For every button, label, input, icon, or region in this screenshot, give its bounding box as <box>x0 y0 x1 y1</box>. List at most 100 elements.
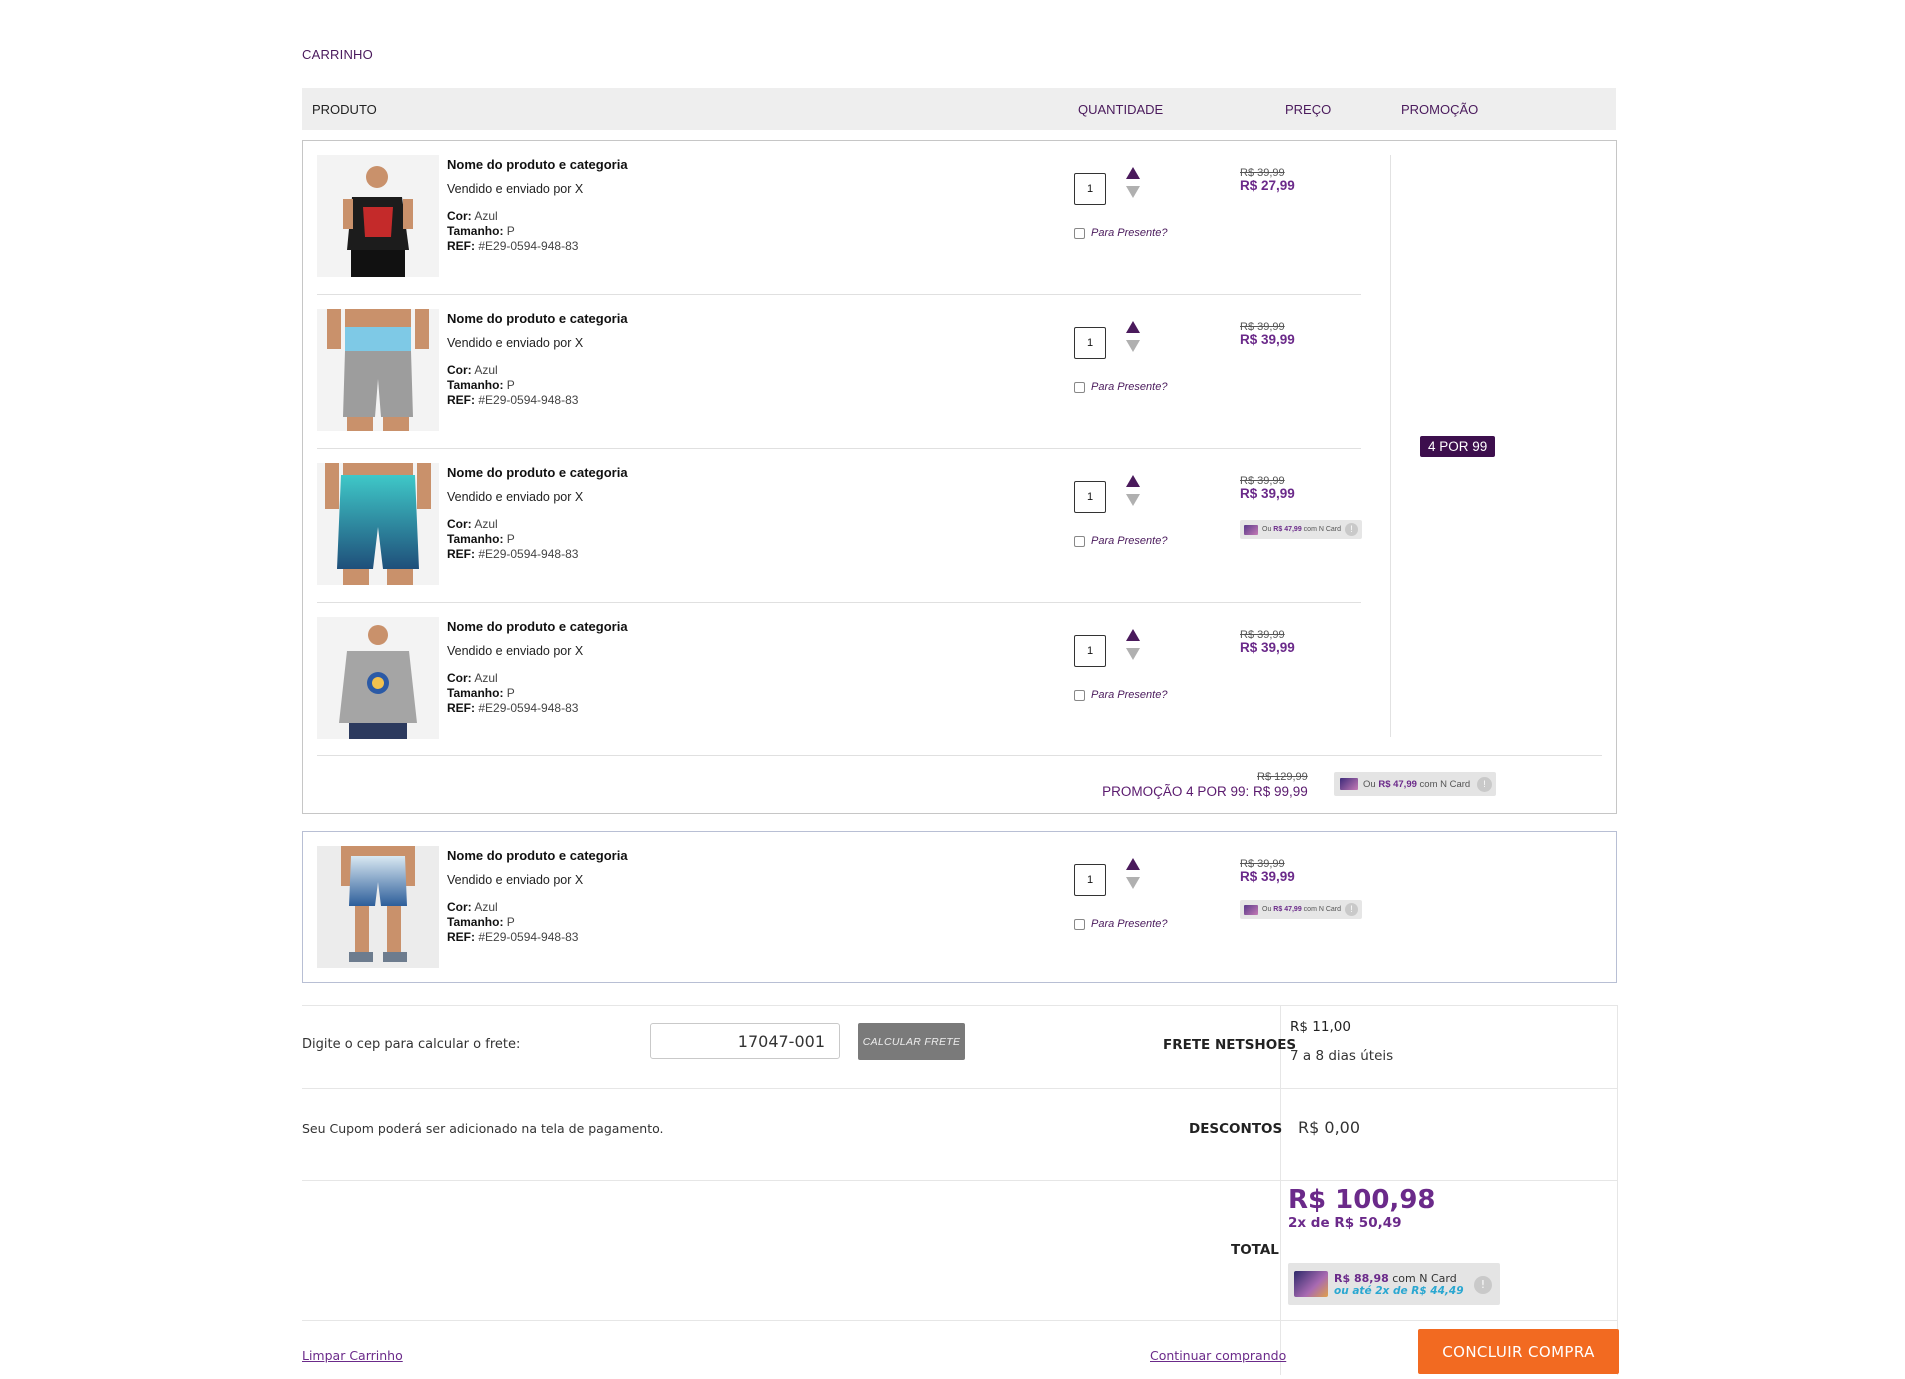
current-price: R$ 39,99 <box>1240 332 1295 347</box>
gift-checkbox[interactable] <box>1074 918 1085 930</box>
info-icon[interactable]: ! <box>1477 777 1492 792</box>
gift-label[interactable]: Para Presente? <box>1091 381 1167 393</box>
calculate-shipping-button[interactable]: CALCULAR FRETE <box>858 1023 965 1060</box>
qty-decrease-icon[interactable] <box>1126 340 1140 352</box>
header-preco: PREÇO <box>1285 102 1332 117</box>
product-name[interactable]: Nome do produto e categoria <box>447 619 628 635</box>
gift-label[interactable]: Para Presente? <box>1091 227 1167 239</box>
current-price: R$ 39,99 <box>1240 486 1295 501</box>
gift-label[interactable]: Para Presente? <box>1091 689 1167 701</box>
header-quantidade: QUANTIDADE <box>1078 102 1164 117</box>
header-produto: PRODUTO <box>312 102 377 117</box>
qty-decrease-icon[interactable] <box>1126 494 1140 506</box>
product-name[interactable]: Nome do produto e categoria <box>447 848 628 864</box>
page-title: CARRINHO <box>302 47 373 62</box>
clear-cart-link[interactable]: Limpar Carrinho <box>302 1348 403 1363</box>
ncard-suffix: com N Card <box>1303 906 1342 913</box>
gift-checkbox[interactable] <box>1074 689 1085 701</box>
qty-decrease-icon[interactable] <box>1126 186 1140 198</box>
quantity-input[interactable]: 1 <box>1074 173 1106 205</box>
cart-item: Nome do produto e categoria Vendido e en… <box>317 449 1362 602</box>
product-size: P <box>506 531 515 546</box>
qty-increase-icon[interactable] <box>1126 629 1140 641</box>
checkout-button[interactable]: CONCLUIR COMPRA <box>1418 1329 1619 1374</box>
color-label: Cor: <box>447 670 472 685</box>
gift-checkbox[interactable] <box>1074 381 1085 393</box>
continue-shopping-link[interactable]: Continuar comprando <box>1150 1348 1286 1363</box>
product-name[interactable]: Nome do produto e categoria <box>447 465 628 481</box>
product-color: Azul <box>474 208 498 223</box>
summary-divider <box>302 1005 1617 1006</box>
qty-increase-icon[interactable] <box>1126 858 1140 870</box>
credit-card-icon <box>1244 524 1258 535</box>
summary-divider <box>302 1088 1617 1089</box>
shipping-title: FRETE NETSHOES <box>1163 1037 1297 1053</box>
product-image[interactable] <box>317 309 439 431</box>
info-icon[interactable]: ! <box>1345 523 1358 536</box>
ncard-total-suffix: com N Card <box>1392 1271 1457 1285</box>
quantity-input[interactable]: 1 <box>1074 635 1106 667</box>
quantity-input[interactable]: 1 <box>1074 481 1106 513</box>
product-name[interactable]: Nome do produto e categoria <box>447 311 628 327</box>
product-size: P <box>506 685 515 700</box>
product-ref: #E29-0594-948-83 <box>478 392 579 407</box>
qty-decrease-icon[interactable] <box>1126 648 1140 660</box>
coupon-info: Seu Cupom poderá ser adicionado na tela … <box>302 1121 664 1136</box>
product-seller: Vendido e enviado por X <box>447 336 584 351</box>
credit-card-icon <box>1340 778 1358 790</box>
cart-item: Nome do produto e categoria Vendido e en… <box>317 832 1362 985</box>
product-color: Azul <box>474 899 498 914</box>
qty-increase-icon[interactable] <box>1126 475 1140 487</box>
product-name[interactable]: Nome do produto e categoria <box>447 157 628 173</box>
size-label: Tamanho: <box>447 685 504 700</box>
summary-column-divider <box>1280 1005 1281 1375</box>
qty-increase-icon[interactable] <box>1126 321 1140 333</box>
ncard-total-value: R$ 88,98 <box>1334 1271 1389 1285</box>
qty-increase-icon[interactable] <box>1126 167 1140 179</box>
color-label: Cor: <box>447 516 472 531</box>
promo-group: Nome do produto e categoria Vendido e en… <box>302 140 1617 814</box>
ncard-offer: Ou R$ 47,99 com N Card ! <box>1240 520 1362 539</box>
ref-label: REF: <box>447 700 475 715</box>
product-image[interactable] <box>317 617 439 739</box>
ncard-offer: Ou R$ 47,99 com N Card ! <box>1334 772 1496 796</box>
shipping-value: R$ 11,00 <box>1290 1019 1351 1035</box>
color-label: Cor: <box>447 899 472 914</box>
product-image[interactable] <box>317 463 439 585</box>
product-image[interactable] <box>317 846 439 968</box>
ncard-offer: Ou R$ 47,99 com N Card ! <box>1240 900 1362 919</box>
ncard-suffix: com N Card <box>1419 778 1471 790</box>
ncard-prefix: Ou <box>1262 526 1272 533</box>
product-image[interactable] <box>317 155 439 277</box>
color-label: Cor: <box>447 362 472 377</box>
ref-label: REF: <box>447 238 475 253</box>
ncard-prefix: Ou <box>1363 778 1376 790</box>
product-seller: Vendido e enviado por X <box>447 490 584 505</box>
shipping-days: 7 a 8 dias úteis <box>1290 1048 1394 1064</box>
gift-label[interactable]: Para Presente? <box>1091 535 1167 547</box>
qty-decrease-icon[interactable] <box>1126 877 1140 889</box>
promo-old-price: R$ 129,99 <box>1257 771 1308 783</box>
quantity-input[interactable]: 1 <box>1074 327 1106 359</box>
product-size: P <box>506 914 515 929</box>
discounts-title: DESCONTOS <box>1189 1121 1283 1137</box>
cart-table-header: PRODUTO QUANTIDADE PREÇO PROMOÇÃO <box>302 88 1616 130</box>
cep-input[interactable] <box>650 1023 840 1059</box>
summary-divider <box>317 755 1602 756</box>
gift-checkbox[interactable] <box>1074 535 1085 547</box>
quantity-input[interactable]: 1 <box>1074 864 1106 896</box>
ncard-value: R$ 47,99 <box>1378 778 1417 790</box>
info-icon[interactable]: ! <box>1474 1276 1492 1294</box>
info-icon[interactable]: ! <box>1345 903 1358 916</box>
summary-divider <box>302 1180 1617 1181</box>
gift-checkbox[interactable] <box>1074 227 1085 239</box>
current-price: R$ 39,99 <box>1240 869 1295 884</box>
size-label: Tamanho: <box>447 223 504 238</box>
ref-label: REF: <box>447 392 475 407</box>
size-label: Tamanho: <box>447 377 504 392</box>
color-label: Cor: <box>447 208 472 223</box>
ref-label: REF: <box>447 546 475 561</box>
gift-label[interactable]: Para Presente? <box>1091 918 1167 930</box>
promo-total-label: PROMOÇÃO 4 POR 99: R$ 99,99 <box>1102 784 1308 799</box>
credit-card-icon <box>1294 1271 1328 1297</box>
